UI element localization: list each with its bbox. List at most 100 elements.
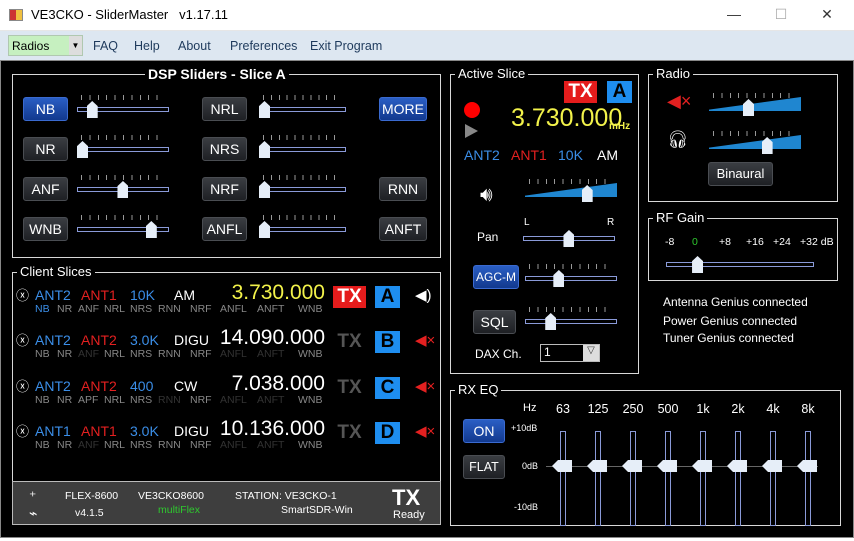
dax-channel-select[interactable]: 1 ▽: [540, 344, 600, 362]
slider-thumb[interactable]: [563, 230, 575, 247]
rf-gain-slider[interactable]: [666, 249, 814, 273]
eq-band-slider[interactable]: [692, 460, 712, 472]
slice-bandwidth[interactable]: 10K: [130, 287, 155, 303]
slice-dsp-anft[interactable]: ANFT: [257, 394, 284, 406]
slice-volume-slider[interactable]: [525, 178, 617, 202]
slice-dsp-nrf[interactable]: NRF: [190, 348, 212, 360]
headphone-volume-slider[interactable]: [709, 130, 801, 154]
record-icon[interactable]: [464, 102, 480, 118]
eq-band-slider[interactable]: [762, 460, 782, 472]
slider-thumb[interactable]: [259, 181, 270, 198]
slice-frequency[interactable]: 3.730.000: [232, 281, 325, 305]
speaker-muted-icon[interactable]: ◀×: [415, 377, 435, 395]
play-icon[interactable]: [465, 124, 478, 138]
slider-thumb[interactable]: [117, 181, 129, 198]
slice-dsp-nrs[interactable]: NRS: [130, 394, 152, 406]
minimize-button[interactable]: —: [724, 6, 744, 22]
slice-ant-rx[interactable]: ANT2: [35, 287, 71, 303]
dsp-anfl-button[interactable]: ANFL: [202, 217, 247, 241]
active-tx-button[interactable]: TX: [564, 81, 597, 103]
slice-dsp-nrs[interactable]: NRS: [130, 348, 152, 360]
slider-thumb[interactable]: [259, 221, 270, 238]
active-mode[interactable]: AM: [597, 147, 618, 163]
dsp-rnn-button[interactable]: RNN: [379, 177, 427, 201]
slice-ant-tx[interactable]: ANT2: [81, 332, 117, 348]
slice-bandwidth[interactable]: 3.0K: [130, 332, 159, 348]
dsp-nrf-button[interactable]: NRF: [202, 177, 247, 201]
slice-bandwidth[interactable]: 400: [130, 378, 153, 394]
dsp-anft-button[interactable]: ANFT: [379, 217, 427, 241]
speaker-muted-icon[interactable]: ◀×: [415, 331, 435, 349]
squelch-slider[interactable]: [525, 306, 617, 330]
eq-band-slider[interactable]: [657, 460, 677, 472]
slice-ant-tx[interactable]: ANT1: [81, 423, 117, 439]
menu-faq[interactable]: FAQ: [93, 39, 118, 53]
binaural-button[interactable]: Binaural: [708, 162, 773, 186]
dsp-anf-slider[interactable]: [77, 174, 169, 198]
dsp-nr-button[interactable]: NR: [23, 137, 68, 161]
menu-preferences[interactable]: Preferences: [230, 39, 297, 53]
dsp-wnb-slider[interactable]: [77, 214, 169, 238]
slice-tx-button[interactable]: TX: [333, 286, 366, 308]
slice-dsp-wnb[interactable]: WNB: [298, 439, 323, 451]
slice-dsp-nr[interactable]: NR: [57, 439, 72, 451]
panadapter-icon[interactable]: ⁺ ⌁: [29, 488, 37, 522]
slice-dsp-anf[interactable]: ANF: [78, 348, 99, 360]
slice-dsp-anf[interactable]: ANF: [78, 439, 99, 451]
slice-dsp-anft[interactable]: ANFT: [257, 303, 284, 315]
dsp-anf-button[interactable]: ANF: [23, 177, 68, 201]
slice-ant-rx[interactable]: ANT1: [35, 423, 71, 439]
eq-band-slider[interactable]: [727, 460, 747, 472]
slice-dsp-anfl[interactable]: ANFL: [220, 439, 247, 451]
eq-band-slider[interactable]: [797, 460, 817, 472]
slice-dsp-anfl[interactable]: ANFL: [220, 348, 247, 360]
slice-dsp-rnn[interactable]: RNN: [158, 303, 181, 315]
slice-dsp-rnn[interactable]: RNN: [158, 348, 181, 360]
squelch-button[interactable]: SQL: [473, 310, 516, 334]
close-slice-icon[interactable]: ⓧ: [16, 285, 29, 304]
maximize-button[interactable]: ☐: [771, 6, 791, 23]
slice-dsp-anfl[interactable]: ANFL: [220, 394, 247, 406]
slice-dsp-nb[interactable]: NB: [35, 303, 50, 315]
slice-dsp-nb[interactable]: NB: [35, 394, 50, 406]
dsp-wnb-button[interactable]: WNB: [23, 217, 68, 241]
slice-mode[interactable]: CW: [174, 378, 197, 394]
close-slice-icon[interactable]: ⓧ: [16, 421, 29, 440]
close-button[interactable]: ✕: [817, 6, 837, 23]
slice-letter[interactable]: D: [375, 422, 400, 444]
agc-button[interactable]: AGC-M: [473, 265, 519, 289]
slider-thumb[interactable]: [743, 99, 754, 116]
dsp-nrf-slider[interactable]: [259, 174, 346, 198]
slice-ant-rx[interactable]: ANT2: [35, 332, 71, 348]
dsp-nrs-button[interactable]: NRS: [202, 137, 247, 161]
agc-slider[interactable]: [525, 263, 617, 287]
menu-help[interactable]: Help: [134, 39, 160, 53]
eq-on-button[interactable]: ON: [463, 419, 505, 443]
slice-dsp-nrl[interactable]: NRL: [104, 303, 125, 315]
slice-dsp-rnn[interactable]: RNN: [158, 439, 181, 451]
slice-dsp-rnn[interactable]: RNN: [158, 394, 181, 406]
slice-dsp-nr[interactable]: NR: [57, 394, 72, 406]
dsp-nb-button[interactable]: NB: [23, 97, 68, 121]
slice-frequency[interactable]: 14.090.000: [220, 326, 325, 350]
dsp-nrl-slider[interactable]: [259, 94, 346, 118]
dsp-nr-slider[interactable]: [77, 134, 169, 158]
menu-about[interactable]: About: [178, 39, 211, 53]
dsp-nrs-slider[interactable]: [259, 134, 346, 158]
slider-thumb[interactable]: [259, 141, 270, 158]
slice-dsp-nb[interactable]: NB: [35, 348, 50, 360]
slider-thumb[interactable]: [553, 270, 565, 287]
slice-dsp-anft[interactable]: ANFT: [257, 439, 284, 451]
slice-dsp-apf[interactable]: APF: [78, 394, 98, 406]
dsp-anfl-slider[interactable]: [259, 214, 346, 238]
slice-tx-button[interactable]: TX: [333, 377, 366, 399]
slice-ant-rx[interactable]: ANT2: [35, 378, 71, 394]
slice-tx-button[interactable]: TX: [333, 331, 366, 353]
slice-dsp-nr[interactable]: NR: [57, 348, 72, 360]
slice-tx-button[interactable]: TX: [333, 422, 366, 444]
slice-dsp-wnb[interactable]: WNB: [298, 303, 323, 315]
speaker-icon[interactable]: 🔊︎: [480, 184, 493, 207]
slice-dsp-anf[interactable]: ANF: [78, 303, 99, 315]
eq-band-slider[interactable]: [552, 460, 572, 472]
dsp-nb-slider[interactable]: [77, 94, 169, 118]
